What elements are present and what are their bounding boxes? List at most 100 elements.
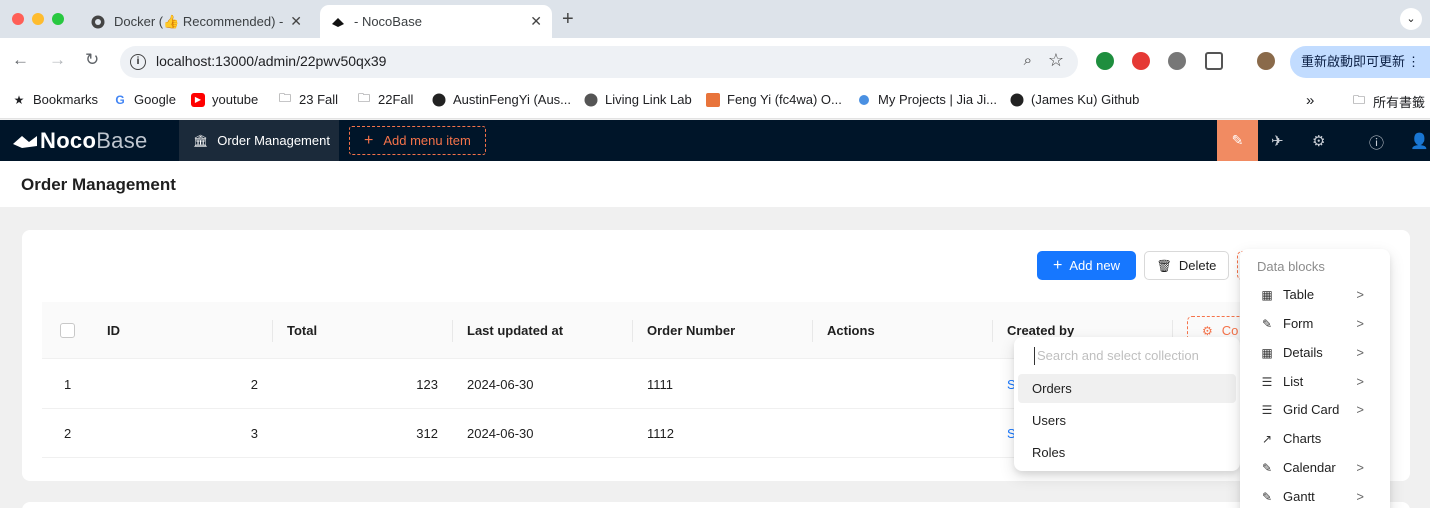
plugin-manager-icon[interactable]: ✈ — [1271, 132, 1284, 150]
block-menu-item-table[interactable]: ▦ Table > — [1240, 280, 1390, 309]
user-icon[interactable]: 👤 — [1410, 132, 1429, 150]
row-index: 1 — [64, 377, 72, 392]
chevron-right-icon: > — [1356, 287, 1364, 302]
menu-item-order-management[interactable]: 🏛 Order Management — [179, 120, 339, 161]
close-tab-icon[interactable]: ✕ — [290, 13, 302, 30]
new-tab-icon[interactable]: + — [562, 8, 574, 31]
settings-icon: ⚙ — [1202, 323, 1213, 338]
add-menu-item-button[interactable]: + Add menu item — [349, 126, 486, 155]
page-title: Order Management — [21, 175, 176, 194]
plus-icon: + — [364, 131, 374, 149]
table-icon: ▦ — [1261, 287, 1273, 302]
nocobase-icon — [330, 14, 346, 30]
ui-editor-toggle-icon[interactable]: ✎ — [1217, 120, 1258, 161]
zoom-icon[interactable]: ⌕ — [1024, 52, 1032, 69]
cell-id: 2 — [250, 377, 258, 392]
forward-icon[interactable]: → — [49, 50, 66, 70]
block-menu-item-details[interactable]: ▦ Details > — [1240, 338, 1390, 367]
column-header-actions[interactable]: Actions — [827, 323, 875, 338]
reload-icon[interactable]: ↻ — [85, 50, 99, 70]
select-all-checkbox[interactable] — [60, 323, 75, 338]
column-header-created-by[interactable]: Created by — [1007, 323, 1074, 338]
minimize-window-button[interactable] — [32, 13, 44, 25]
next-block-card — [22, 502, 1410, 508]
list-icon: ☰ — [1261, 374, 1273, 389]
browser-toolbar: ← → ↻ i localhost:13000/admin/22pwv50qx3… — [0, 38, 1430, 86]
bank-icon: 🏛 — [193, 133, 209, 148]
block-menu-item-gantt[interactable]: ✎ Gantt > — [1240, 482, 1390, 508]
column-header-total[interactable]: Total — [287, 323, 317, 338]
chevron-right-icon: > — [1356, 460, 1364, 475]
page-header: Order Management — [0, 161, 1430, 207]
add-block-menu: Data blocks ▦ Table > ✎ Form > ▦ Details… — [1240, 249, 1390, 508]
row-index: 2 — [64, 426, 72, 441]
collection-search-input[interactable]: Search and select collection — [1034, 347, 1199, 365]
delete-label: Delete — [1178, 258, 1217, 273]
browser-update-button[interactable]: 重新啟動即可更新 ⋮ — [1290, 46, 1430, 78]
plus-icon: + — [1053, 256, 1063, 274]
column-header-last-updated[interactable]: Last updated at — [467, 323, 563, 338]
collection-option-roles[interactable]: Roles — [1018, 438, 1236, 467]
folder-icon: 🗀 — [1352, 93, 1365, 107]
form-icon: ✎ — [1261, 316, 1273, 331]
chevron-right-icon: > — [1356, 402, 1364, 417]
bookmarks-overflow-icon[interactable]: » — [1306, 92, 1314, 109]
bookmark-item[interactable]: ★ Bookmarks — [12, 92, 98, 107]
menu-group-title: Data blocks — [1257, 259, 1325, 274]
delete-button[interactable]: 🗑 Delete — [1144, 251, 1229, 280]
column-divider — [812, 320, 813, 342]
block-menu-item-charts[interactable]: ↗ Charts — [1240, 424, 1390, 453]
chevron-right-icon: > — [1356, 489, 1364, 504]
maximize-window-button[interactable] — [52, 13, 64, 25]
column-header-order-number[interactable]: Order Number — [647, 323, 735, 338]
bookmark-item[interactable]: Feng Yi (fc4wa) O... — [706, 92, 842, 107]
block-menu-item-form[interactable]: ✎ Form > — [1240, 309, 1390, 338]
bookmark-item[interactable]: (James Ku) Github — [1010, 92, 1139, 107]
all-bookmarks-folder[interactable]: 🗀 所有書籤 — [1352, 92, 1425, 111]
grid-card-icon: ☰ — [1261, 402, 1273, 417]
bookmark-item[interactable]: AustinFengYi (Aus... — [432, 92, 571, 107]
collection-option-users[interactable]: Users — [1018, 406, 1236, 435]
close-tab-icon[interactable]: ✕ — [530, 13, 542, 30]
extension-gray-icon[interactable] — [1168, 52, 1186, 70]
cell-total: 312 — [416, 426, 438, 441]
bookmark-item[interactable]: 🗀 22Fall — [357, 91, 413, 107]
extensions-puzzle-icon[interactable] — [1205, 52, 1223, 70]
bookmark-item[interactable]: 🗀 23 Fall — [278, 91, 338, 107]
nocobase-logo[interactable]: NocoBase — [12, 128, 148, 154]
site-info-icon[interactable]: i — [130, 54, 146, 70]
chevron-right-icon: > — [1356, 374, 1364, 389]
configure-columns-label: Co — [1221, 323, 1239, 338]
github-icon — [1010, 93, 1024, 107]
grammarly-icon[interactable] — [1096, 52, 1114, 70]
address-bar[interactable]: i localhost:13000/admin/22pwv50qx39 ⌕ ☆ — [120, 46, 1078, 78]
settings-icon[interactable]: ⚙ — [1312, 132, 1325, 150]
block-menu-item-grid-card[interactable]: ☰ Grid Card > — [1240, 395, 1390, 424]
add-new-button[interactable]: + Add new — [1037, 251, 1136, 280]
block-menu-item-calendar[interactable]: ✎ Calendar > — [1240, 453, 1390, 482]
block-menu-item-list[interactable]: ☰ List > — [1240, 367, 1390, 396]
chart-icon: ↗ — [1261, 431, 1273, 446]
bookmark-item[interactable]: ▶ youtube — [191, 92, 258, 107]
cell-order-number: 1111 — [647, 377, 674, 392]
help-icon[interactable]: ⓘ — [1369, 132, 1384, 153]
collection-select-dropdown: Search and select collection Orders User… — [1014, 337, 1240, 471]
chevron-right-icon: > — [1356, 345, 1364, 360]
tab-search-icon[interactable]: ⌄ — [1400, 8, 1422, 30]
tab-title: - NocoBase — [354, 14, 422, 29]
bookmarks-bar: ★ Bookmarks G Google ▶ youtube 🗀 23 Fall 🗀 22… — [0, 86, 1430, 119]
column-header-id[interactable]: ID — [107, 323, 120, 338]
browser-tab-nocobase[interactable]: - NocoBase ✕ — [320, 5, 552, 38]
url-text[interactable]: localhost:13000/admin/22pwv50qx39 — [156, 53, 386, 69]
bookmark-item[interactable]: Living Link Lab — [584, 92, 692, 107]
extension-red-icon[interactable] — [1132, 52, 1150, 70]
bookmark-star-icon[interactable]: ☆ — [1048, 50, 1064, 71]
more-menu-icon: ⋮ — [1407, 54, 1420, 69]
close-window-button[interactable] — [12, 13, 24, 25]
back-icon[interactable]: ← — [12, 50, 29, 70]
bookmark-item[interactable]: G Google — [113, 92, 176, 107]
browser-tab-docker[interactable]: Docker (👍 Recommended) - ✕ — [80, 5, 312, 38]
profile-avatar[interactable] — [1257, 52, 1275, 70]
collection-option-orders[interactable]: Orders — [1018, 374, 1236, 403]
bookmark-item[interactable]: My Projects | Jia Ji... — [857, 92, 997, 107]
